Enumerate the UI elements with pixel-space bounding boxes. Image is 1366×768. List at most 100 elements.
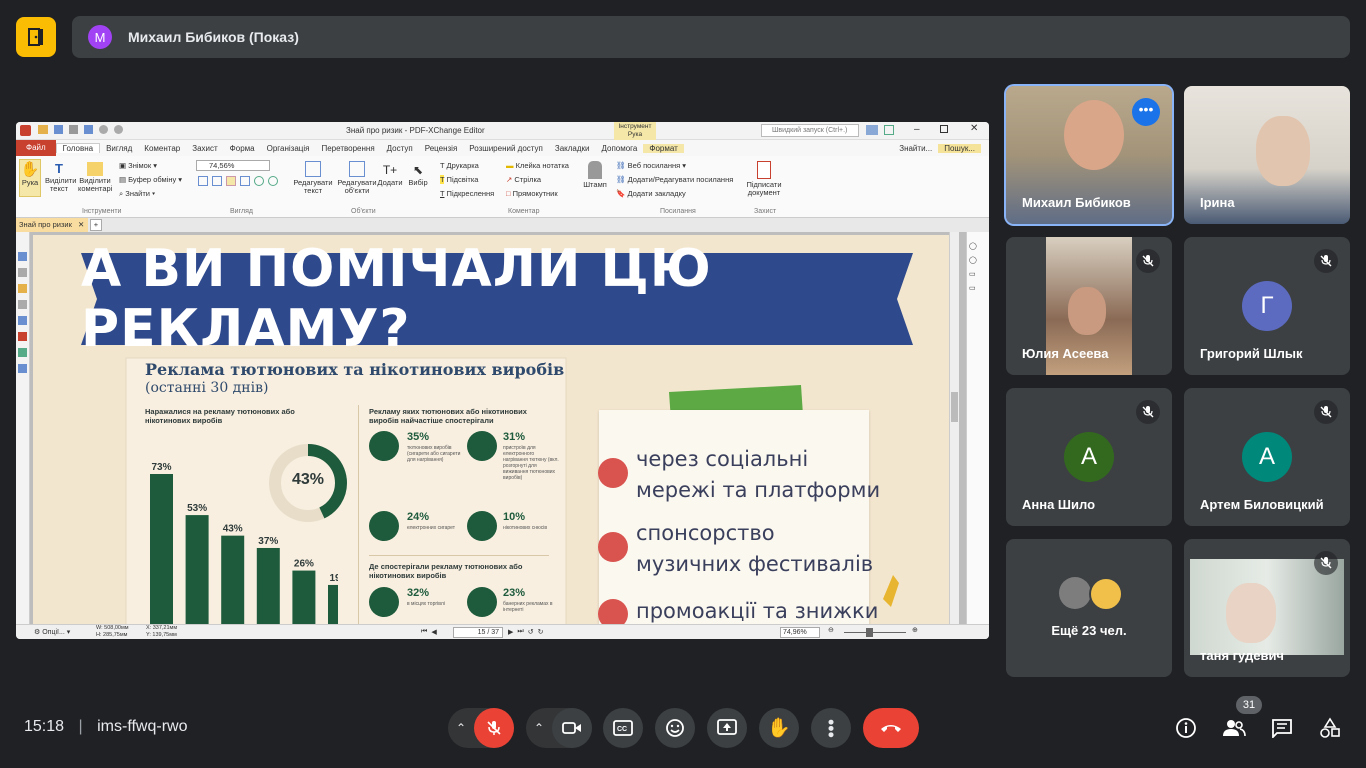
activities-button[interactable] [1318,716,1342,740]
typewriter-button[interactable]: T Друкарка [440,159,494,173]
print-icon[interactable] [69,125,78,134]
document-tab[interactable]: Знай про ризик ✕ [16,218,88,232]
search-tab[interactable]: Пошук... [938,143,981,153]
sidebar-icons[interactable] [16,232,29,373]
mic-options-chevron-icon[interactable]: ⌃ [456,721,466,735]
zoom-slider-thumb[interactable] [866,628,873,637]
edit-objects-button[interactable]: Редагувати об'єкти [336,161,378,195]
comments-panel-icon[interactable] [18,284,27,293]
first-page-icon[interactable]: ⏮ [421,628,427,636]
raise-hand-button[interactable]: ✋ [759,708,799,748]
camera-options-chevron-icon[interactable]: ⌃ [534,721,544,735]
stamp-button[interactable]: Штамп [582,161,608,189]
menu-protect[interactable]: Захист [186,144,223,153]
tile-others[interactable]: Ещё 23 чел. [1006,539,1172,677]
select-button[interactable]: ⬉ Вибір [406,161,430,187]
extra-buttons[interactable] [866,125,894,135]
status-zoom-select[interactable]: 74,96% [780,627,820,638]
menu-help[interactable]: Допомога [595,144,643,153]
last-page-icon[interactable]: ⏭ [517,628,523,636]
reactions-button[interactable] [655,708,695,748]
camera-toggle-button[interactable] [552,708,592,748]
menu-form[interactable]: Форма [224,144,261,153]
tile-mikhail[interactable]: ••• Михаил Бибиков [1006,86,1172,224]
attachments-panel-icon[interactable] [18,300,27,309]
menu-access[interactable]: Доступ [381,144,419,153]
layers-panel-icon[interactable] [18,316,27,325]
find-tab[interactable]: Знайти... [893,144,938,153]
email-icon[interactable] [84,125,93,134]
signatures-panel-icon[interactable] [18,332,27,341]
menu-advanced-access[interactable]: Розширений доступ [463,144,549,153]
menu-comment[interactable]: Коментар [138,144,186,153]
new-tab-button[interactable]: + [90,219,102,231]
sticky-note-button[interactable]: ▬ Клейка нотатка [506,159,569,173]
page-number-input[interactable]: 15 / 37 [453,627,503,638]
vertical-scrollbar[interactable] [949,232,959,624]
bookmarks-panel-icon[interactable] [18,268,27,277]
tile-yulia[interactable]: Юлия Асеева [1006,237,1172,375]
view-buttons[interactable] [198,176,278,186]
pages-panel-icon[interactable] [18,252,27,261]
hand-tool-button[interactable]: ✋ Рука [19,159,41,197]
edit-text-button[interactable]: Редагувати текст [292,161,334,195]
back-icon[interactable]: ↺ [528,628,534,636]
menu-review[interactable]: Рецензія [419,144,464,153]
presenter-banner[interactable]: M Михаил Бибиков (Показ) [72,16,1350,58]
tile-grigoriy[interactable]: Г Григорий Шлык [1184,237,1350,375]
arrow-button[interactable]: ↗ Стрілка [506,173,569,187]
minimize-button[interactable]: – [914,124,920,135]
presentation-icon-button[interactable] [16,17,56,57]
close-window-button[interactable]: ✕ [970,123,978,134]
captions-button[interactable]: CC [603,708,643,748]
highlight-button[interactable]: T Підсвітка [440,173,494,187]
select-comments-button[interactable]: Виділити коментарі [78,161,112,193]
find-button[interactable]: ⌕ Знайти ▾ [119,187,182,201]
page-nav-next[interactable]: ▶ ⏭ ↺ ↻ [508,628,543,636]
page-nav-prev[interactable]: ⏮ ◀ [421,628,437,636]
rectangle-button[interactable]: □ Прямокутник [506,187,569,201]
maximize-button[interactable] [940,125,948,133]
page-fit-icon[interactable] [198,176,208,186]
menu-convert[interactable]: Перетворення [315,144,380,153]
save-icon[interactable] [54,125,63,134]
app-menu-tabs[interactable]: Файл Головна Вигляд Коментар Захист Форм… [16,140,989,156]
actual-size-icon[interactable] [226,176,236,186]
meeting-details-button[interactable] [1174,716,1198,740]
forward-icon[interactable]: ↻ [538,628,544,636]
sign-document-button[interactable]: Підписати документ [744,161,784,197]
options-button[interactable]: ⚙ Опції... ▾ [34,628,70,636]
tile-artem[interactable]: А Артем Биловицкий [1184,388,1350,526]
rotate-left-icon[interactable] [254,176,264,186]
more-options-icon[interactable]: ••• [1132,98,1160,126]
zoom-out-button[interactable]: ⊖ [828,626,834,634]
quick-access-toolbar[interactable] [38,125,123,134]
select-text-button[interactable]: T Виділити текст [45,161,76,193]
tile-tanya[interactable]: таня гудевич [1184,539,1350,677]
undo-icon[interactable] [99,125,108,134]
close-tab-icon[interactable]: ✕ [78,220,84,229]
mic-toggle-button[interactable] [474,708,514,748]
fit-visible-icon[interactable] [240,176,250,186]
underline-button[interactable]: T Підкреслення [440,187,494,201]
next-page-icon[interactable]: ▶ [508,628,513,636]
add-edit-links-button[interactable]: ⛓ Додати/Редагувати посилання [616,173,733,187]
menu-file[interactable]: Файл [16,140,56,156]
right-panel[interactable]: ◯ ◯ ▭ ▭ [966,232,989,624]
structure-panel-icon[interactable] [18,364,27,373]
more-options-button[interactable]: ••• [811,708,851,748]
clipboard-button[interactable]: ▤ Буфер обміну ▾ [119,173,182,187]
add-button[interactable]: T+ Додати [376,161,404,187]
menu-format[interactable]: Формат [643,143,684,153]
leave-call-button[interactable] [863,708,919,748]
open-folder-icon[interactable] [38,125,48,134]
rotate-right-icon[interactable] [268,176,278,186]
scrollbar-thumb[interactable] [951,392,958,422]
zoom-select[interactable]: 74,56% [196,160,270,171]
present-button[interactable] [707,708,747,748]
add-bookmark-button[interactable]: 🔖 Додати закладку [616,187,733,201]
prev-page-icon[interactable]: ◀ [431,628,436,636]
web-links-button[interactable]: ⛓ Веб посилання ▾ [616,159,733,173]
zoom-slider[interactable] [844,632,906,633]
snapshot-button[interactable]: ▣ Знімок ▾ [119,159,182,173]
